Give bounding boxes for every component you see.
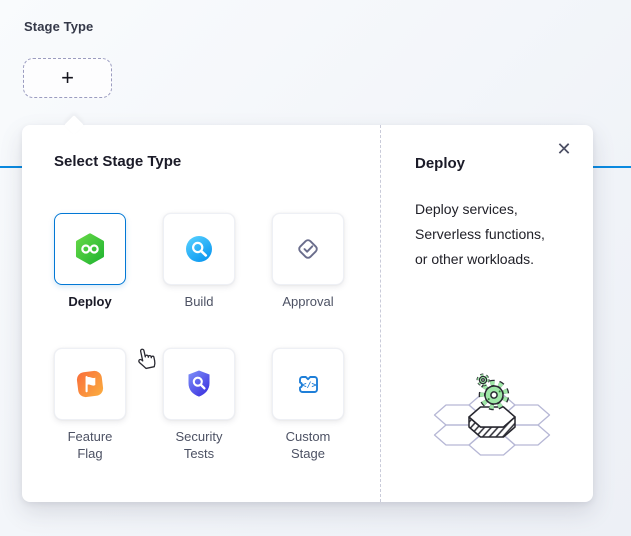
- close-icon: ✕: [556, 139, 571, 160]
- stage-cell-security-tests: Security Tests: [163, 348, 235, 462]
- cd-infinity-hexagon-icon: [72, 231, 108, 267]
- detail-description-line: Serverless functions,: [415, 222, 545, 247]
- stage-card-build[interactable]: [163, 213, 235, 285]
- hand-pointer-cursor-icon: [133, 342, 163, 372]
- stage-card-approval[interactable]: [272, 213, 344, 285]
- stage-card-custom-stage[interactable]: </>: [272, 348, 344, 420]
- detail-title: Deploy: [415, 155, 465, 172]
- stage-label-feature-flag: Feature Flag: [54, 428, 126, 462]
- add-stage-button[interactable]: +: [23, 58, 112, 98]
- popover-title: Select Stage Type: [54, 153, 181, 170]
- stage-cell-deploy: Deploy: [54, 213, 126, 310]
- stage-label-deploy: Deploy: [54, 293, 126, 310]
- select-stage-popover: Select Stage Type ✕: [22, 125, 593, 502]
- stage-label-approval: Approval: [272, 293, 344, 310]
- popover-caret: [64, 115, 84, 135]
- stage-cell-custom-stage: </> Custom Stage: [272, 348, 344, 462]
- approval-check-diamond-icon: [291, 232, 325, 266]
- plus-icon: +: [61, 65, 74, 91]
- svg-text:</>: </>: [302, 380, 317, 390]
- ci-magnifier-circle-icon: [182, 232, 216, 266]
- stage-label-custom-stage: Custom Stage: [272, 428, 344, 462]
- security-shield-magnifier-icon: [182, 367, 216, 401]
- stage-card-feature-flag[interactable]: [54, 348, 126, 420]
- feature-flag-icon: [72, 366, 108, 402]
- custom-stage-code-icon: </>: [290, 366, 326, 402]
- stage-label-build: Build: [163, 293, 235, 310]
- panel-divider: [380, 125, 381, 502]
- hexagons-gear-sketch-illustration: [412, 365, 592, 470]
- stage-type-label: Stage Type: [24, 19, 93, 34]
- stage-type-grid: Deploy Build: [54, 213, 344, 462]
- stage-cell-build: Build: [163, 213, 235, 310]
- close-button[interactable]: ✕: [550, 135, 578, 163]
- stage-card-security-tests[interactable]: [163, 348, 235, 420]
- stage-card-deploy[interactable]: [54, 213, 126, 285]
- stage-label-security-tests: Security Tests: [163, 428, 235, 462]
- detail-description-line: or other workloads.: [415, 247, 545, 272]
- stage-cell-approval: Approval: [272, 213, 344, 310]
- detail-description: Deploy services, Serverless functions, o…: [415, 197, 545, 272]
- stage-cell-feature-flag: Feature Flag: [54, 348, 126, 462]
- detail-description-line: Deploy services,: [415, 197, 545, 222]
